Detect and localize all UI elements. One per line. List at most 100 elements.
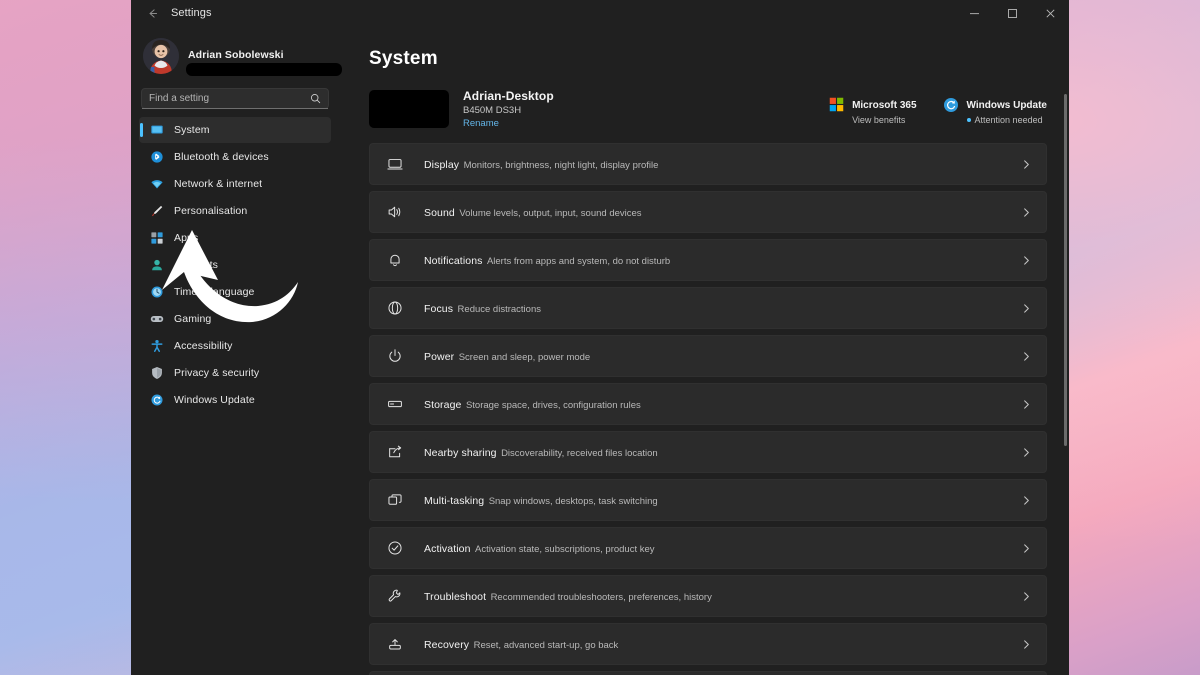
search-input[interactable]: Find a setting: [141, 88, 329, 109]
setting-title: Activation: [424, 543, 471, 555]
window-body: Adrian Sobolewski Find a setting System …: [131, 26, 1069, 675]
microsoft-365-subtitle: View benefits: [852, 115, 906, 125]
setting-title: Sound: [424, 207, 455, 219]
setting-row-display[interactable]: Display Monitors, brightness, night ligh…: [369, 143, 1047, 185]
display-icon: [386, 155, 404, 173]
clock-icon: [149, 285, 164, 300]
windows-update-title: Windows Update: [966, 100, 1047, 111]
setting-title: Focus: [424, 303, 454, 315]
sidebar-item-time-language[interactable]: Time & language: [139, 279, 331, 305]
sidebar-item-gaming[interactable]: Gaming: [139, 306, 331, 332]
setting-row-activation[interactable]: Activation Activation state, subscriptio…: [369, 527, 1047, 569]
chevron-right-icon: [1021, 207, 1032, 218]
sidebar: Adrian Sobolewski Find a setting System …: [131, 26, 342, 675]
user-profile-text: Adrian Sobolewski: [186, 49, 342, 76]
windows-update-icon: [943, 96, 960, 113]
power-icon: [386, 347, 404, 365]
setting-title: Storage: [424, 399, 462, 411]
setting-row-focus[interactable]: Focus Reduce distractions: [369, 287, 1047, 329]
setting-row-text: Troubleshoot Recommended troubleshooters…: [424, 587, 1021, 605]
windows-update-text: Windows Update Attention needed: [966, 95, 1047, 125]
scrollbar-thumb[interactable]: [1064, 94, 1067, 446]
setting-row-sound[interactable]: Sound Volume levels, output, input, soun…: [369, 191, 1047, 233]
chevron-right-icon: [1021, 447, 1032, 458]
user-avatar: [143, 38, 179, 74]
device-info: Adrian-Desktop B450M DS3H Rename: [463, 89, 554, 129]
nearby-sharing-icon: [386, 443, 404, 461]
window-titlebar: Settings: [131, 0, 1069, 26]
setting-row-nearby-sharing[interactable]: Nearby sharing Discoverability, received…: [369, 431, 1047, 473]
setting-row-partial[interactable]: [369, 671, 1047, 675]
setting-subtitle: Recommended troubleshooters, preferences…: [490, 592, 712, 603]
activation-icon: [386, 539, 404, 557]
setting-title: Display: [424, 159, 460, 171]
sidebar-item-personalisation[interactable]: Personalisation: [139, 198, 331, 224]
setting-subtitle: Reset, advanced start-up, go back: [473, 640, 619, 651]
close-button[interactable]: [1031, 0, 1069, 26]
setting-row-recovery[interactable]: Recovery Reset, advanced start-up, go ba…: [369, 623, 1047, 665]
search-container: Find a setting: [141, 88, 329, 109]
scrollbar[interactable]: [1064, 56, 1067, 672]
setting-row-notifications[interactable]: Notifications Alerts from apps and syste…: [369, 239, 1047, 281]
setting-subtitle: Alerts from apps and system, do not dist…: [486, 256, 671, 267]
chevron-right-icon: [1021, 255, 1032, 266]
user-profile[interactable]: Adrian Sobolewski: [139, 26, 342, 78]
rename-link[interactable]: Rename: [463, 118, 554, 129]
sidebar-item-windows-update[interactable]: Windows Update: [139, 387, 331, 413]
bluetooth-icon: [149, 150, 164, 165]
sidebar-item-network-internet[interactable]: Network & internet: [139, 171, 331, 197]
sidebar-item-accounts[interactable]: Accounts: [139, 252, 331, 278]
multitasking-icon: [386, 491, 404, 509]
sidebar-nav: System Bluetooth & devices Network & int…: [139, 117, 331, 413]
sidebar-label: System: [174, 124, 210, 136]
bell-icon: [386, 251, 404, 269]
sidebar-item-privacy-security[interactable]: Privacy & security: [139, 360, 331, 386]
system-icon: [149, 123, 164, 138]
sidebar-label: Accessibility: [174, 340, 233, 352]
setting-subtitle: Screen and sleep, power mode: [458, 352, 591, 363]
chevron-right-icon: [1021, 495, 1032, 506]
sidebar-item-system[interactable]: System: [139, 117, 331, 143]
gaming-icon: [149, 312, 164, 327]
maximize-button[interactable]: [993, 0, 1031, 26]
chevron-right-icon: [1021, 351, 1032, 362]
user-name: Adrian Sobolewski: [188, 49, 284, 61]
setting-title: Notifications: [424, 255, 483, 267]
microsoft-365-link[interactable]: Microsoft 365 View benefits: [828, 95, 917, 125]
setting-row-power[interactable]: Power Screen and sleep, power mode: [369, 335, 1047, 377]
desktop-wallpaper: Settings Adrian Sobolewski Find a settin…: [0, 0, 1200, 675]
attention-dot: [966, 118, 971, 122]
setting-row-storage[interactable]: Storage Storage space, drives, configura…: [369, 383, 1047, 425]
microsoft-365-text: Microsoft 365 View benefits: [852, 95, 916, 125]
setting-row-troubleshoot[interactable]: Troubleshoot Recommended troubleshooters…: [369, 575, 1047, 617]
troubleshoot-icon: [386, 587, 404, 605]
page-title: System: [369, 48, 438, 69]
sidebar-label: Privacy & security: [174, 367, 260, 379]
windows-update-status-text: Attention needed: [974, 115, 1043, 125]
device-header: Adrian-Desktop B450M DS3H Rename Microso…: [369, 87, 1059, 131]
chevron-right-icon: [1021, 159, 1032, 170]
minimize-button[interactable]: [955, 0, 993, 26]
sidebar-label: Time & language: [174, 286, 255, 298]
setting-row-multi-tasking[interactable]: Multi-tasking Snap windows, desktops, ta…: [369, 479, 1047, 521]
apps-icon: [149, 231, 164, 246]
sidebar-label: Apps: [174, 232, 199, 244]
sidebar-item-accessibility[interactable]: Accessibility: [139, 333, 331, 359]
settings-list: Display Monitors, brightness, night ligh…: [369, 143, 1059, 675]
network-icon: [149, 177, 164, 192]
chevron-right-icon: [1021, 303, 1032, 314]
sidebar-item-bluetooth-devices[interactable]: Bluetooth & devices: [139, 144, 331, 170]
sidebar-label: Windows Update: [174, 394, 255, 406]
back-button[interactable]: [137, 2, 167, 24]
paintbrush-icon: [149, 204, 164, 219]
windows-update-link[interactable]: Windows Update Attention needed: [943, 95, 1047, 125]
sidebar-item-apps[interactable]: Apps: [139, 225, 331, 251]
setting-title: Recovery: [424, 639, 470, 651]
email-redaction-bar: [186, 63, 342, 76]
setting-row-text: Display Monitors, brightness, night ligh…: [424, 155, 1021, 173]
setting-subtitle: Volume levels, output, input, sound devi…: [459, 208, 642, 219]
update-icon: [149, 393, 164, 408]
setting-subtitle: Activation state, subscriptions, product…: [474, 544, 655, 555]
device-name: Adrian-Desktop: [463, 89, 554, 103]
focus-icon: [386, 299, 404, 317]
